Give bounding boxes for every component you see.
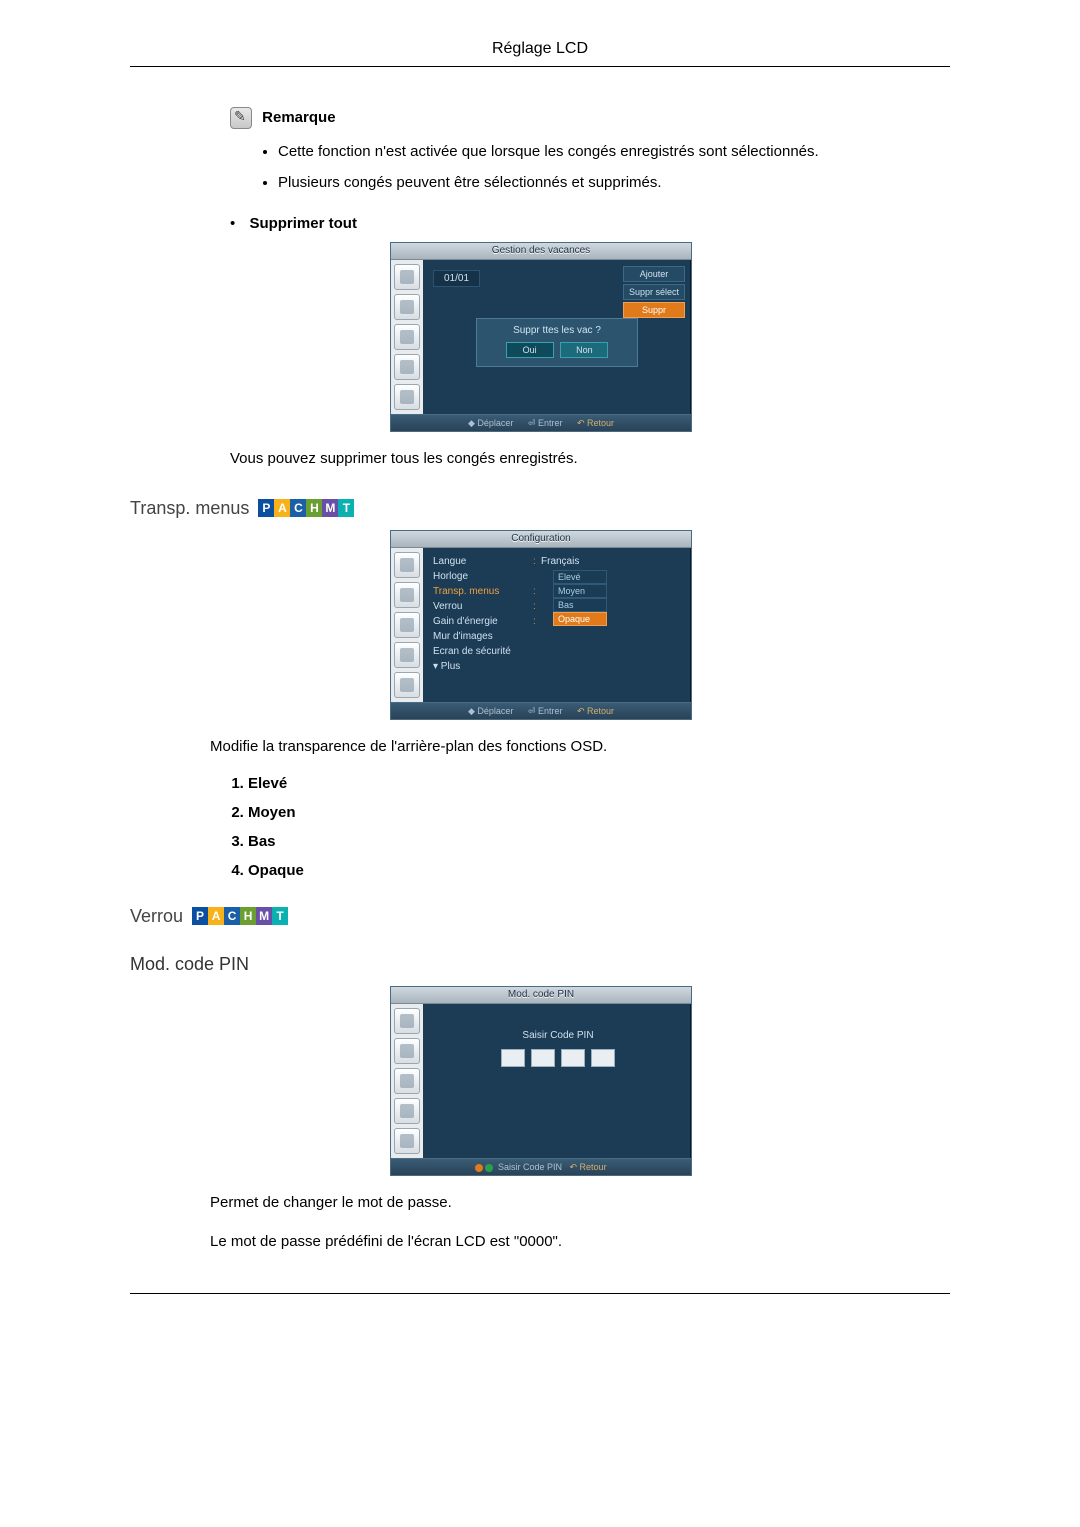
osd-side-icon — [394, 1068, 420, 1094]
osd1-dialog-question: Suppr ttes les vac ? — [487, 325, 627, 336]
osd1-dialog-yes[interactable]: Oui — [506, 342, 554, 358]
pin-digit-input[interactable] — [531, 1049, 555, 1067]
cfg-row: Mur d'images — [433, 629, 683, 644]
modpin-para1: Permet de changer le mot de passe. — [210, 1192, 950, 1215]
osd-side-icon — [394, 1008, 420, 1034]
remark-bullet: Cette fonction n'est activée que lorsque… — [278, 143, 950, 160]
osd-side-icon — [394, 612, 420, 638]
remark-bullets: Cette fonction n'est activée que lorsque… — [260, 143, 950, 191]
osd1-delall-button[interactable]: Suppr — [623, 302, 685, 318]
osd1-confirm-dialog: Suppr ttes les vac ? Oui Non — [476, 318, 638, 367]
osd2-title: Configuration — [391, 531, 691, 548]
osd1-dialog-no[interactable]: Non — [560, 342, 608, 358]
pin-digit-input[interactable] — [591, 1049, 615, 1067]
transp-option: Moyen — [248, 804, 950, 821]
modpin-para2: Le mot de passe prédéfini de l'écran LCD… — [210, 1231, 950, 1254]
osd3-pin-boxes — [433, 1049, 683, 1067]
osd2-option[interactable]: Bas — [553, 598, 607, 612]
osd1-date: 01/01 — [433, 270, 480, 287]
transp-options: Elevé Moyen Bas Opaque — [230, 775, 950, 879]
osd1-title: Gestion des vacances — [391, 243, 691, 260]
pin-digit-input[interactable] — [501, 1049, 525, 1067]
osd-side-icon — [394, 1128, 420, 1154]
transp-option: Elevé — [248, 775, 950, 792]
osd3-pin-label: Saisir Code PIN — [433, 1030, 683, 1041]
osd-screenshot-vacances: Gestion des vacances 01/01 Ajouter Suppr… — [390, 242, 950, 432]
transp-desc: Modifie la transparence de l'arrière-pla… — [210, 736, 950, 759]
verrou-section-title: Verrou P A C H M T — [130, 905, 950, 927]
osd-side-icon — [394, 1098, 420, 1124]
osd2-option[interactable]: Elevé — [553, 570, 607, 584]
modpin-section-title: Mod. code PIN — [130, 953, 950, 975]
remark-bullet: Plusieurs congés peuvent être sélectionn… — [278, 174, 950, 191]
osd1-delsel-button[interactable]: Suppr sélect — [623, 284, 685, 300]
pin-digit-input[interactable] — [561, 1049, 585, 1067]
pachmt-badge: P A C H M T — [258, 499, 354, 517]
cfg-row: ▾ Plus — [433, 659, 683, 674]
cfg-row: Ecran de sécurité — [433, 644, 683, 659]
osd2-footer: ◆ Déplacer ⏎ Entrer ↶ Retour — [391, 702, 691, 719]
note-icon — [230, 107, 252, 129]
osd-side-icon — [394, 582, 420, 608]
osd2-option-dropdown: Elevé Moyen Bas Opaque — [553, 570, 607, 626]
transp-option: Opaque — [248, 862, 950, 879]
osd3-title: Mod. code PIN — [391, 987, 691, 1004]
cfg-row: Langue:Français — [433, 554, 683, 569]
transp-option: Bas — [248, 833, 950, 850]
remark-block: Remarque — [230, 107, 950, 129]
osd-side-icon — [394, 642, 420, 668]
osd-sidebar — [391, 1004, 423, 1158]
osd-side-icon — [394, 384, 420, 410]
supprimer-tout-row: • Supprimer tout — [230, 215, 950, 232]
osd-screenshot-pin: Mod. code PIN Saisir Code PIN — [390, 986, 950, 1176]
osd1-footer: ◆ Déplacer ⏎ Entrer ↶ Retour — [391, 414, 691, 431]
osd-side-icon — [394, 324, 420, 350]
osd-sidebar — [391, 548, 423, 702]
osd1-main: 01/01 Ajouter Suppr sélect Suppr Suppr t… — [423, 260, 691, 414]
transp-section-title: Transp. menus P A C H M T — [130, 497, 950, 519]
osd1-add-button[interactable]: Ajouter — [623, 266, 685, 282]
osd-screenshot-config: Configuration Langue:Français Horloge Tr… — [390, 530, 950, 720]
osd-side-icon — [394, 354, 420, 380]
supprimer-tout-title: Supprimer tout — [249, 215, 357, 232]
remark-title: Remarque — [262, 109, 335, 126]
osd-sidebar — [391, 260, 423, 414]
osd2-main: Langue:Français Horloge Transp. menus: V… — [423, 548, 691, 702]
osd3-main: Saisir Code PIN — [423, 1004, 691, 1158]
osd-side-icon — [394, 552, 420, 578]
osd-side-icon — [394, 294, 420, 320]
page-header: Réglage LCD — [130, 40, 950, 67]
osd-side-icon — [394, 672, 420, 698]
osd-side-icon — [394, 264, 420, 290]
osd-side-icon — [394, 1038, 420, 1064]
page-title: Réglage LCD — [492, 40, 588, 57]
supprimer-tout-desc: Vous pouvez supprimer tous les congés en… — [230, 448, 950, 471]
pachmt-badge: P A C H M T — [192, 907, 288, 925]
osd2-option[interactable]: Moyen — [553, 584, 607, 598]
footer-rule — [130, 1293, 950, 1294]
osd3-footer: Saisir Code PIN ↶ Retour — [391, 1158, 691, 1175]
osd2-option-selected[interactable]: Opaque — [553, 612, 607, 626]
